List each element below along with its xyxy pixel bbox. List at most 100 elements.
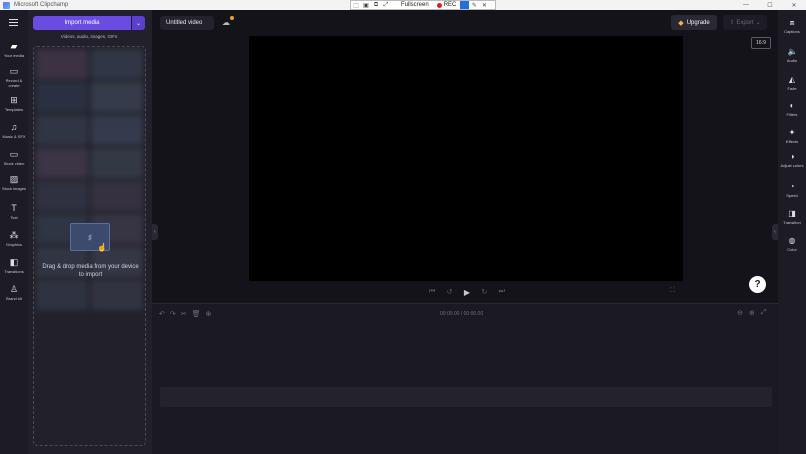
media-drop-zone[interactable]: ♯ ☝ Drag & drop media from your device t…: [33, 46, 146, 446]
zoom-out-icon[interactable]: ⊖: [737, 309, 743, 317]
region-select-icon[interactable]: ⬚: [351, 1, 361, 9]
collapse-left-panel-icon[interactable]: ‹: [152, 224, 158, 240]
prop-fade[interactable]: ◭ Fade: [778, 75, 806, 91]
graphics-icon: ⁂: [9, 230, 19, 240]
nav-label: Stock video: [3, 161, 25, 166]
delete-trash-icon[interactable]: 🗑: [192, 310, 201, 318]
prop-color[interactable]: ◍ Color: [778, 236, 806, 252]
filters-icon: ◐: [789, 101, 795, 110]
media-panel: Import media ⌄ Videos, audio, images, GI…: [28, 10, 152, 454]
window-controls: — ☐ ✕: [734, 0, 806, 10]
prop-label: Adjust colors: [780, 163, 804, 168]
add-media-icon[interactable]: ⊕: [206, 310, 212, 318]
music-icon: ♫: [10, 122, 18, 132]
text-icon: T: [11, 203, 17, 213]
timeline-track[interactable]: [160, 387, 772, 407]
prop-label: Speed: [786, 193, 798, 198]
rewind-icon[interactable]: ↺: [447, 288, 453, 296]
split-scissors-icon[interactable]: ✂: [181, 310, 187, 318]
nav-your-media[interactable]: ▰ Your media: [0, 41, 28, 59]
hamburger-menu-icon[interactable]: [9, 19, 18, 28]
play-icon[interactable]: ▶: [464, 288, 470, 297]
recorder-toolbar: ⬚ ▣ ⧉ ⤢ Fullscreen REC ✎ ✕: [350, 0, 496, 10]
zoom-controls: ⊖ ⊕ ⤢: [737, 309, 766, 317]
prop-captions[interactable]: ⧈ Captions: [778, 18, 806, 34]
import-media-button[interactable]: Import media: [33, 16, 131, 30]
export-label: Export: [736, 19, 754, 26]
pen-icon[interactable]: ✎: [469, 1, 479, 9]
minimize-button[interactable]: —: [734, 0, 758, 10]
close-window-button[interactable]: ✕: [782, 0, 806, 10]
prop-transition[interactable]: ◨ Transition: [778, 209, 806, 225]
nav-label: Brand kit: [6, 296, 22, 301]
nav-graphics[interactable]: ⁂ Graphics: [0, 230, 28, 248]
upload-icon: ⇧: [729, 20, 735, 26]
nav-label: Transitions: [4, 269, 24, 274]
left-navigation: ▰ Your media ▭ Record & create ⊞ Templat…: [0, 10, 28, 454]
cloud-sync-off-icon[interactable]: ☁: [222, 18, 230, 27]
video-title-input[interactable]: Untitled video: [160, 16, 214, 30]
video-preview[interactable]: [249, 36, 683, 281]
upgrade-button[interactable]: ◆ Upgrade: [671, 15, 717, 30]
import-options-chevron-icon[interactable]: ⌄: [132, 16, 145, 30]
adjust-colors-icon: ◑: [789, 152, 795, 161]
prop-label: Fade: [787, 86, 797, 91]
zoom-in-icon[interactable]: ⊕: [749, 309, 755, 317]
diamond-icon: ◆: [678, 19, 684, 27]
forward-icon[interactable]: ↻: [481, 288, 487, 296]
import-subtitle: Videos, audio, images, GIFs: [60, 34, 118, 39]
prop-effects[interactable]: ✦ Effects: [778, 128, 806, 144]
prop-label: Transition: [783, 220, 801, 225]
nav-label: Your media: [3, 53, 25, 58]
nav-label: Text: [10, 215, 18, 220]
nav-music-sfx[interactable]: ♫ Music & SFX: [0, 122, 28, 140]
nav-transitions[interactable]: ◧ Transitions: [0, 258, 28, 275]
drop-instructions: Drag & drop media from your device to im…: [42, 264, 139, 278]
color-swatch[interactable]: [460, 1, 470, 9]
resize-icon[interactable]: ⤢: [381, 1, 391, 9]
chevron-down-icon: ⌄: [755, 20, 761, 26]
aspect-ratio-button[interactable]: 16:9: [751, 37, 771, 49]
timeline-tools: ↶ ↷ ✂ 🗑 ⊕: [159, 310, 211, 318]
fullscreen-button[interactable]: Fullscreen: [401, 2, 429, 8]
prop-label: Color: [787, 247, 797, 252]
prop-speed[interactable]: ◔ Speed: [778, 182, 806, 198]
rec-button[interactable]: REC: [444, 2, 457, 8]
close-recorder-icon[interactable]: ✕: [479, 1, 489, 9]
skip-back-icon[interactable]: ⏮: [429, 288, 435, 296]
nav-brand-kit[interactable]: ♙ Brand kit: [0, 284, 28, 302]
help-button[interactable]: ?: [749, 276, 766, 293]
nav-templates[interactable]: ⊞ Templates: [0, 95, 28, 113]
prop-label: Filters: [786, 112, 798, 117]
nav-label: Record & create: [5, 78, 23, 88]
camera-icon: ▭: [9, 66, 19, 76]
image-icon: ▨: [9, 174, 19, 184]
clipchamp-logo-icon: [3, 1, 10, 9]
snapshot-icon[interactable]: ⧉: [371, 1, 381, 9]
speed-icon: ◔: [789, 182, 795, 191]
prop-adjust-colors[interactable]: ◑ Adjust colors: [778, 152, 806, 168]
brand-kit-icon: ♙: [9, 284, 19, 294]
nav-label: Music & SFX: [2, 134, 26, 139]
nav-label: Stock images: [1, 186, 26, 191]
film-icon: ▰: [10, 41, 18, 51]
record-dot-icon: [436, 2, 442, 8]
export-button[interactable]: ⇧ Export ⌄: [723, 15, 767, 30]
nav-text[interactable]: T Text: [0, 203, 28, 221]
maximize-button[interactable]: ☐: [758, 0, 782, 10]
skip-forward-icon[interactable]: ⏭: [499, 288, 505, 296]
prop-filters[interactable]: ◐ Filters: [778, 101, 806, 117]
nav-record-create[interactable]: ▭ Record & create: [0, 66, 28, 89]
nav-stock-video[interactable]: ▭ Stock video: [0, 150, 28, 167]
window-select-icon[interactable]: ▣: [361, 1, 371, 9]
undo-icon[interactable]: ↶: [159, 310, 165, 318]
captions-icon: ⧈: [789, 18, 795, 27]
templates-icon: ⊞: [10, 95, 18, 105]
fullscreen-icon[interactable]: ⛶: [670, 287, 675, 295]
redo-icon[interactable]: ↷: [170, 310, 176, 318]
nav-label: Templates: [4, 107, 24, 112]
nav-stock-images[interactable]: ▨ Stock images: [0, 174, 28, 192]
fit-timeline-icon[interactable]: ⤢: [761, 309, 767, 317]
fade-icon: ◭: [788, 75, 796, 84]
prop-audio[interactable]: 🔈 Audio: [778, 47, 806, 63]
